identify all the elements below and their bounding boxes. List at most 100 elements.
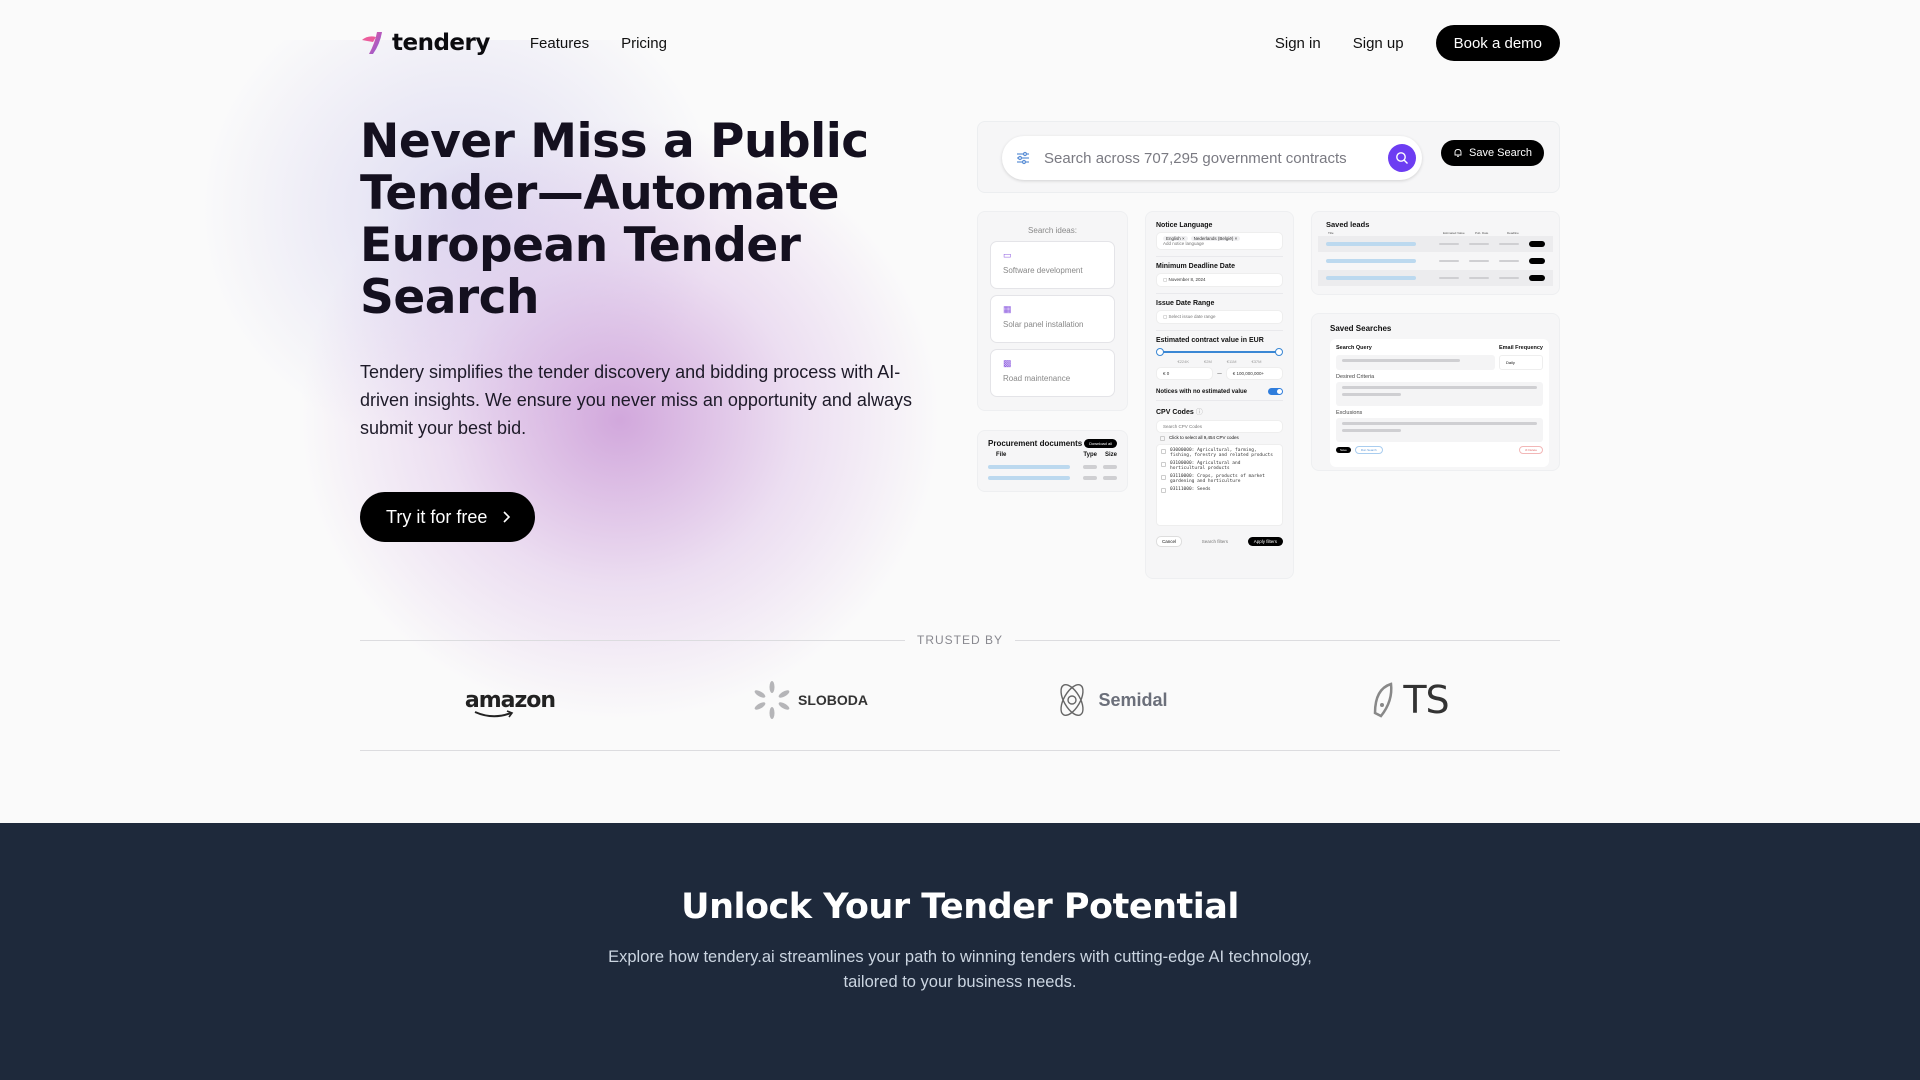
cpv-code-list[interactable]: 03000000: Agricultural, farming, fishing…: [1156, 444, 1283, 526]
column-file: File: [996, 452, 1007, 458]
lead-row: [1318, 253, 1553, 269]
email-frequency-select[interactable]: Daily: [1499, 355, 1543, 370]
run-search-button[interactable]: Run Search: [1354, 446, 1383, 454]
cpv-item: 03100000: Agricultural and horticultural…: [1161, 461, 1274, 471]
email-frequency-label: Email Frequency: [1498, 345, 1543, 351]
section-title: Unlock Your Tender Potential: [681, 887, 1239, 927]
document-row: [978, 458, 1127, 469]
idea-software-development[interactable]: ▭ Software development: [990, 241, 1115, 289]
download-all-button[interactable]: Download all: [1084, 439, 1117, 448]
apply-filters-button[interactable]: Apply filters: [1247, 537, 1283, 546]
cpv-checkbox[interactable]: [1161, 475, 1166, 480]
trusted-by-divider: TRUSTED BY: [360, 628, 1561, 652]
search-placeholder: Search across 707,295 government contrac…: [1044, 149, 1347, 167]
min-deadline-input[interactable]: ▢ November 8, 2024: [1156, 273, 1283, 287]
cpv-checkbox[interactable]: [1161, 462, 1166, 467]
issue-range-label: Issue Date Range: [1156, 300, 1215, 307]
sign-in-link[interactable]: Sign in: [1275, 35, 1321, 52]
exclusions-label: Exclusions: [1336, 410, 1363, 416]
search-input[interactable]: Search across 707,295 government contrac…: [1002, 136, 1422, 180]
no-value-toggle[interactable]: [1268, 388, 1283, 395]
contract-value-label: Estimated contract value in EUR: [1156, 337, 1264, 344]
help-icon: ⓘ: [1195, 409, 1203, 416]
cpv-item: 03110000: Crops, products of market gard…: [1161, 474, 1274, 484]
idea-label: Solar panel installation: [1003, 320, 1084, 329]
procurement-documents-card: Procurement documents Download all File …: [977, 430, 1128, 492]
select-all-label: Click to select all 9,454 CPV codes: [1169, 435, 1239, 440]
lead-row: [1318, 236, 1553, 252]
nav-link-features[interactable]: Features: [530, 35, 589, 52]
remove-lead-button[interactable]: [1529, 258, 1545, 264]
document-row: [978, 469, 1127, 480]
client-logos: amazon SLOBODA Semidal TS: [360, 670, 1560, 730]
contract-value-slider[interactable]: [1156, 347, 1283, 357]
save-filters-link[interactable]: Search filters: [1202, 539, 1228, 544]
ts-wordmark: TS: [1403, 678, 1449, 722]
remove-lead-button[interactable]: [1529, 275, 1545, 281]
cpv-search-input[interactable]: Search CPV Codes: [1156, 420, 1283, 433]
search-ideas-card: Search ideas: ▭ Software development ▦ S…: [977, 211, 1128, 411]
sign-up-link[interactable]: Sign up: [1353, 35, 1404, 52]
lead-row: [1318, 270, 1553, 286]
documents-title: Procurement documents: [988, 439, 1083, 448]
delete-button[interactable]: ⊘ Delete: [1518, 446, 1543, 454]
saved-leads-title: Saved leads: [1326, 220, 1370, 229]
idea-label: Road maintenance: [1003, 374, 1071, 383]
cpv-item-label: 03110000: Crops, products of market gard…: [1170, 474, 1265, 484]
idea-label: Software development: [1003, 266, 1083, 275]
idea-road-maintenance[interactable]: ▩ Road maintenance: [990, 349, 1115, 397]
cpv-item: 03000000: Agricultural, farming, fishing…: [1161, 448, 1274, 458]
cpv-item-label: 03111000: Seeds: [1170, 487, 1211, 492]
save-button[interactable]: Save: [1336, 447, 1351, 453]
semidal-atom-icon: [1060, 684, 1085, 716]
search-query-input[interactable]: [1336, 355, 1495, 370]
hero-title: Never Miss a Public Tender—Automate Euro…: [360, 114, 869, 325]
min-deadline-label: Minimum Deadline Date: [1156, 263, 1235, 270]
sloboda-wordmark: SLOBODA: [798, 692, 868, 708]
column-deadline: Deadline: [1507, 231, 1519, 235]
desired-criteria-textarea[interactable]: [1336, 382, 1543, 406]
brand-logo[interactable]: tendery: [360, 30, 490, 56]
exclusions-textarea[interactable]: [1336, 418, 1543, 442]
max-value-input[interactable]: € 100,000,000+: [1225, 367, 1283, 380]
saved-leads-card: Saved leads Title Estimated Value Pub. D…: [1311, 211, 1560, 295]
search-ideas-header: Search ideas:: [1028, 226, 1077, 235]
slider-tick: €2M: [1204, 359, 1212, 364]
save-search-button[interactable]: Save Search: [1441, 140, 1544, 166]
idea-solar-panel-installation[interactable]: ▦ Solar panel installation: [990, 295, 1115, 343]
cpv-item-label: 03000000: Agricultural, farming, fishing…: [1170, 448, 1273, 458]
slider-min-handle[interactable]: [1156, 348, 1164, 356]
column-size: Size: [1104, 452, 1117, 458]
cpv-checkbox[interactable]: [1161, 488, 1166, 493]
slider-tick: €37M: [1251, 359, 1262, 364]
search-query-label: Search Query: [1336, 345, 1372, 351]
notice-language-label: Notice Language: [1156, 222, 1213, 229]
no-value-label: Notices with no estimated value: [1156, 388, 1248, 395]
issue-range-input[interactable]: ▢ Select issue date range: [1156, 310, 1283, 324]
cpv-item-label: 03100000: Agricultural and horticultural…: [1170, 461, 1241, 471]
notice-language-input[interactable]: English × Nederlands (België) × Add notic…: [1156, 232, 1283, 250]
min-value-input[interactable]: € 0: [1156, 367, 1214, 380]
cpv-checkbox[interactable]: [1161, 449, 1166, 454]
save-search-label: Save Search: [1469, 147, 1532, 159]
monitor-icon: ▭: [1003, 250, 1012, 260]
sloboda-flower-icon: [754, 681, 790, 719]
filters-card: Notice Language English × Nederlands (Bel…: [1145, 211, 1294, 579]
search-submit-button[interactable]: [1388, 144, 1416, 172]
features-intro-section: Unlock Your Tender Potential Explore how…: [0, 823, 1920, 1080]
notice-language-placeholder: Add notice language: [1163, 241, 1205, 246]
amazon-smile-icon: [474, 709, 514, 717]
slider-max-handle[interactable]: [1275, 348, 1283, 356]
cancel-button[interactable]: Cancel: [1156, 536, 1183, 547]
try-free-button[interactable]: Try it for free: [360, 492, 536, 542]
mock-search-panel: Search across 707,295 government contrac…: [977, 121, 1560, 193]
section-subtitle: Explore how tendery.ai streamlines your …: [608, 948, 1312, 991]
select-all-checkbox[interactable]: [1160, 436, 1165, 441]
column-title: Title: [1328, 231, 1334, 235]
remove-lead-button[interactable]: [1529, 241, 1545, 247]
section-divider: [360, 750, 1560, 751]
nav-link-pricing[interactable]: Pricing: [621, 35, 667, 52]
column-type: Type: [1083, 452, 1097, 458]
book-demo-button[interactable]: Book a demo: [1435, 25, 1560, 61]
road-barrier-icon: ▩: [1003, 358, 1012, 368]
